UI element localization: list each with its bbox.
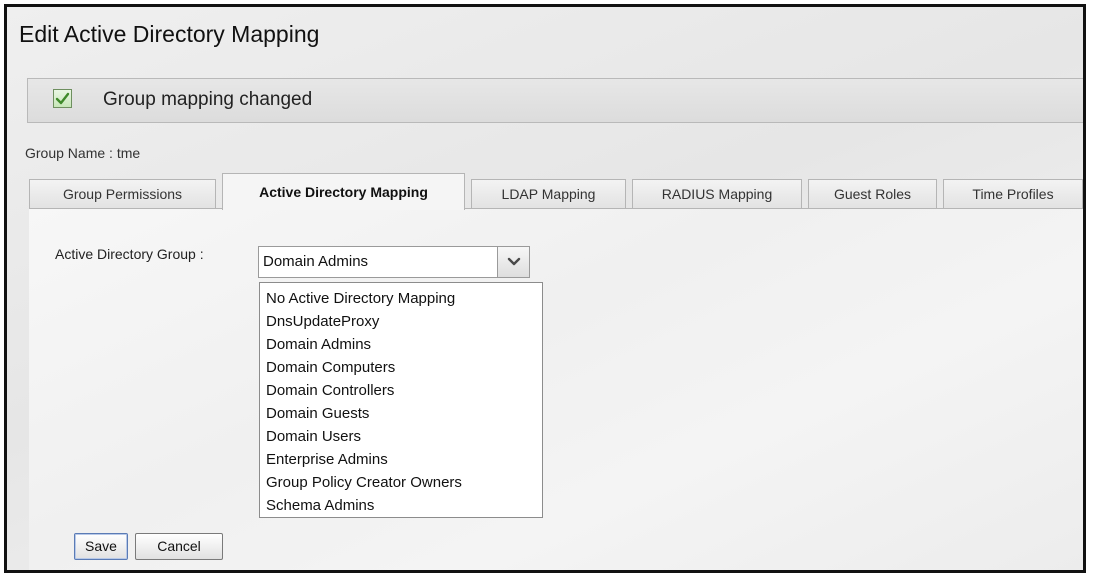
- tab-guest-roles[interactable]: Guest Roles: [808, 179, 937, 209]
- notice-banner: Group mapping changed: [27, 78, 1083, 123]
- tab-ldap-mapping[interactable]: LDAP Mapping: [471, 179, 626, 209]
- tab-panel-active-directory: Active Directory Group : Domain Admins N…: [29, 208, 1083, 570]
- edit-mapping-window: Edit Active Directory Mapping Group mapp…: [4, 4, 1086, 573]
- ad-group-dropdown-list: No Active Directory Mapping DnsUpdatePro…: [259, 282, 543, 518]
- dropdown-option[interactable]: Enterprise Admins: [260, 448, 542, 471]
- dropdown-option[interactable]: Group Policy Creator Owners: [260, 471, 542, 494]
- group-name-label: Group Name : tme: [25, 145, 141, 161]
- dropdown-option[interactable]: Domain Admins: [260, 333, 542, 356]
- tab-active-directory-mapping[interactable]: Active Directory Mapping: [222, 173, 465, 210]
- dropdown-option[interactable]: Domain Computers: [260, 356, 542, 379]
- tab-group-permissions[interactable]: Group Permissions: [29, 179, 216, 209]
- cancel-button[interactable]: Cancel: [135, 533, 223, 560]
- notice-message: Group mapping changed: [103, 89, 313, 110]
- dropdown-option[interactable]: Domain Users: [260, 425, 542, 448]
- dropdown-option[interactable]: Domain Guests: [260, 402, 542, 425]
- dropdown-option[interactable]: Schema Admins: [260, 494, 542, 517]
- tab-bar: Group Permissions Active Directory Mappi…: [29, 173, 1083, 210]
- tab-time-profiles[interactable]: Time Profiles: [943, 179, 1083, 209]
- tab-radius-mapping[interactable]: RADIUS Mapping: [632, 179, 802, 209]
- dropdown-option[interactable]: DnsUpdateProxy: [260, 310, 542, 333]
- chevron-down-icon[interactable]: [498, 246, 530, 278]
- checkbox-checked-icon: [53, 89, 72, 108]
- ad-group-label: Active Directory Group :: [55, 246, 204, 262]
- dropdown-option[interactable]: No Active Directory Mapping: [260, 287, 542, 310]
- ad-group-select[interactable]: Domain Admins: [258, 246, 498, 278]
- page-title: Edit Active Directory Mapping: [19, 21, 320, 47]
- dropdown-option[interactable]: Domain Controllers: [260, 379, 542, 402]
- save-button[interactable]: Save: [74, 533, 128, 560]
